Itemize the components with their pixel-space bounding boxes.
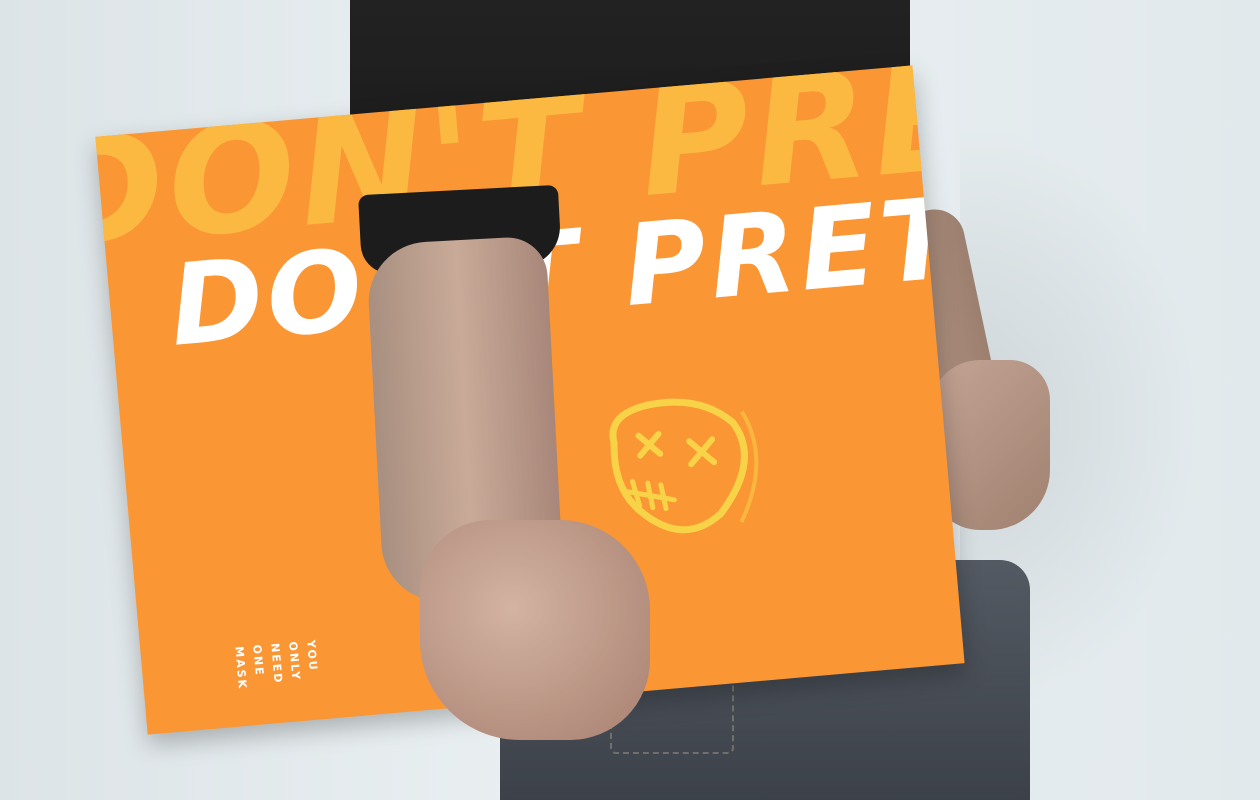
tagline-word-3: NEED: [268, 642, 285, 685]
fist: [420, 520, 650, 740]
tagline-word-2: ONLY: [286, 641, 303, 682]
poster-tagline: YOU ONLY NEED ONE MASK: [220, 637, 347, 727]
tagline-word-4: ONE: [250, 644, 267, 678]
mask-icon: [609, 398, 759, 534]
tagline-word-1: YOU: [304, 639, 320, 673]
photo-scene: DON'T PRETEND DON'T PRETEND YOU ONLY NEE…: [0, 0, 1260, 800]
tagline-word-5: MASK: [232, 645, 250, 691]
